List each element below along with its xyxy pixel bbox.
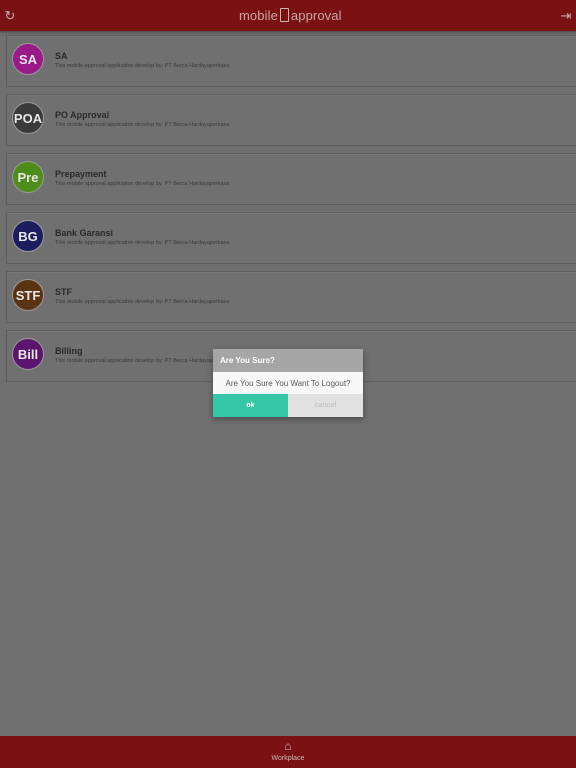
app-badge-poa: POA	[12, 102, 44, 134]
app-card-stf[interactable]: STF STF This mobile approval application…	[6, 271, 576, 323]
app-title: PO Approval	[55, 110, 110, 120]
app-card-bank-garansi[interactable]: BG Bank Garansi This mobile approval app…	[6, 212, 576, 264]
app-subtitle: This mobile approval application develop…	[55, 240, 230, 246]
app-header: ↻ mobile approval ⇥	[0, 0, 576, 31]
app-title: Billing	[55, 346, 83, 356]
app-title: Prepayment	[55, 169, 107, 179]
app-card-po-approval[interactable]: POA PO Approval This mobile approval app…	[6, 94, 576, 146]
app-badge-sa: SA	[12, 43, 44, 75]
refresh-icon[interactable]: ↻	[1, 7, 19, 25]
dialog-title: Are You Sure?	[213, 349, 363, 372]
app-title: Bank Garansi	[55, 228, 114, 238]
home-icon: ⌂	[284, 739, 292, 753]
app-badge-pre: Pre	[12, 161, 44, 193]
logout-confirm-dialog: Are You Sure? Are You Sure You Want To L…	[213, 349, 363, 417]
tab-workplace[interactable]: ⌂ Workplace	[266, 739, 310, 767]
tab-workplace-label: Workplace	[271, 755, 305, 762]
cancel-button[interactable]: cancel	[288, 394, 363, 417]
ok-button[interactable]: ok	[213, 394, 288, 417]
bottom-tab-bar: ⌂ Workplace	[0, 736, 576, 768]
app-card-sa[interactable]: SA SA This mobile approval application d…	[6, 35, 576, 87]
app-card-prepayment[interactable]: Pre Prepayment This mobile approval appl…	[6, 153, 576, 205]
dialog-buttons: ok cancel	[213, 394, 363, 417]
app-subtitle: This mobile approval application develop…	[55, 122, 230, 128]
app-badge-bg: BG	[12, 220, 44, 252]
logo-text-approval: approval	[290, 7, 342, 23]
app-subtitle: This mobile approval application develop…	[55, 181, 230, 187]
app-title: SA	[55, 51, 68, 61]
phone-check-icon	[279, 8, 289, 22]
logout-icon[interactable]: ⇥	[557, 7, 575, 25]
app-logo: mobile approval	[239, 5, 342, 25]
app-subtitle: This mobile approval application develop…	[55, 358, 230, 364]
logo-text-mobile: mobile	[239, 7, 278, 23]
app-badge-bill: Bill	[12, 338, 44, 370]
app-subtitle: This mobile approval application develop…	[55, 299, 230, 305]
app-subtitle: This mobile approval application develop…	[55, 63, 230, 69]
app-badge-stf: STF	[12, 279, 44, 311]
dialog-message: Are You Sure You Want To Logout?	[213, 372, 363, 394]
app-list: SA SA This mobile approval application d…	[6, 35, 576, 389]
app-title: STF	[55, 287, 72, 297]
